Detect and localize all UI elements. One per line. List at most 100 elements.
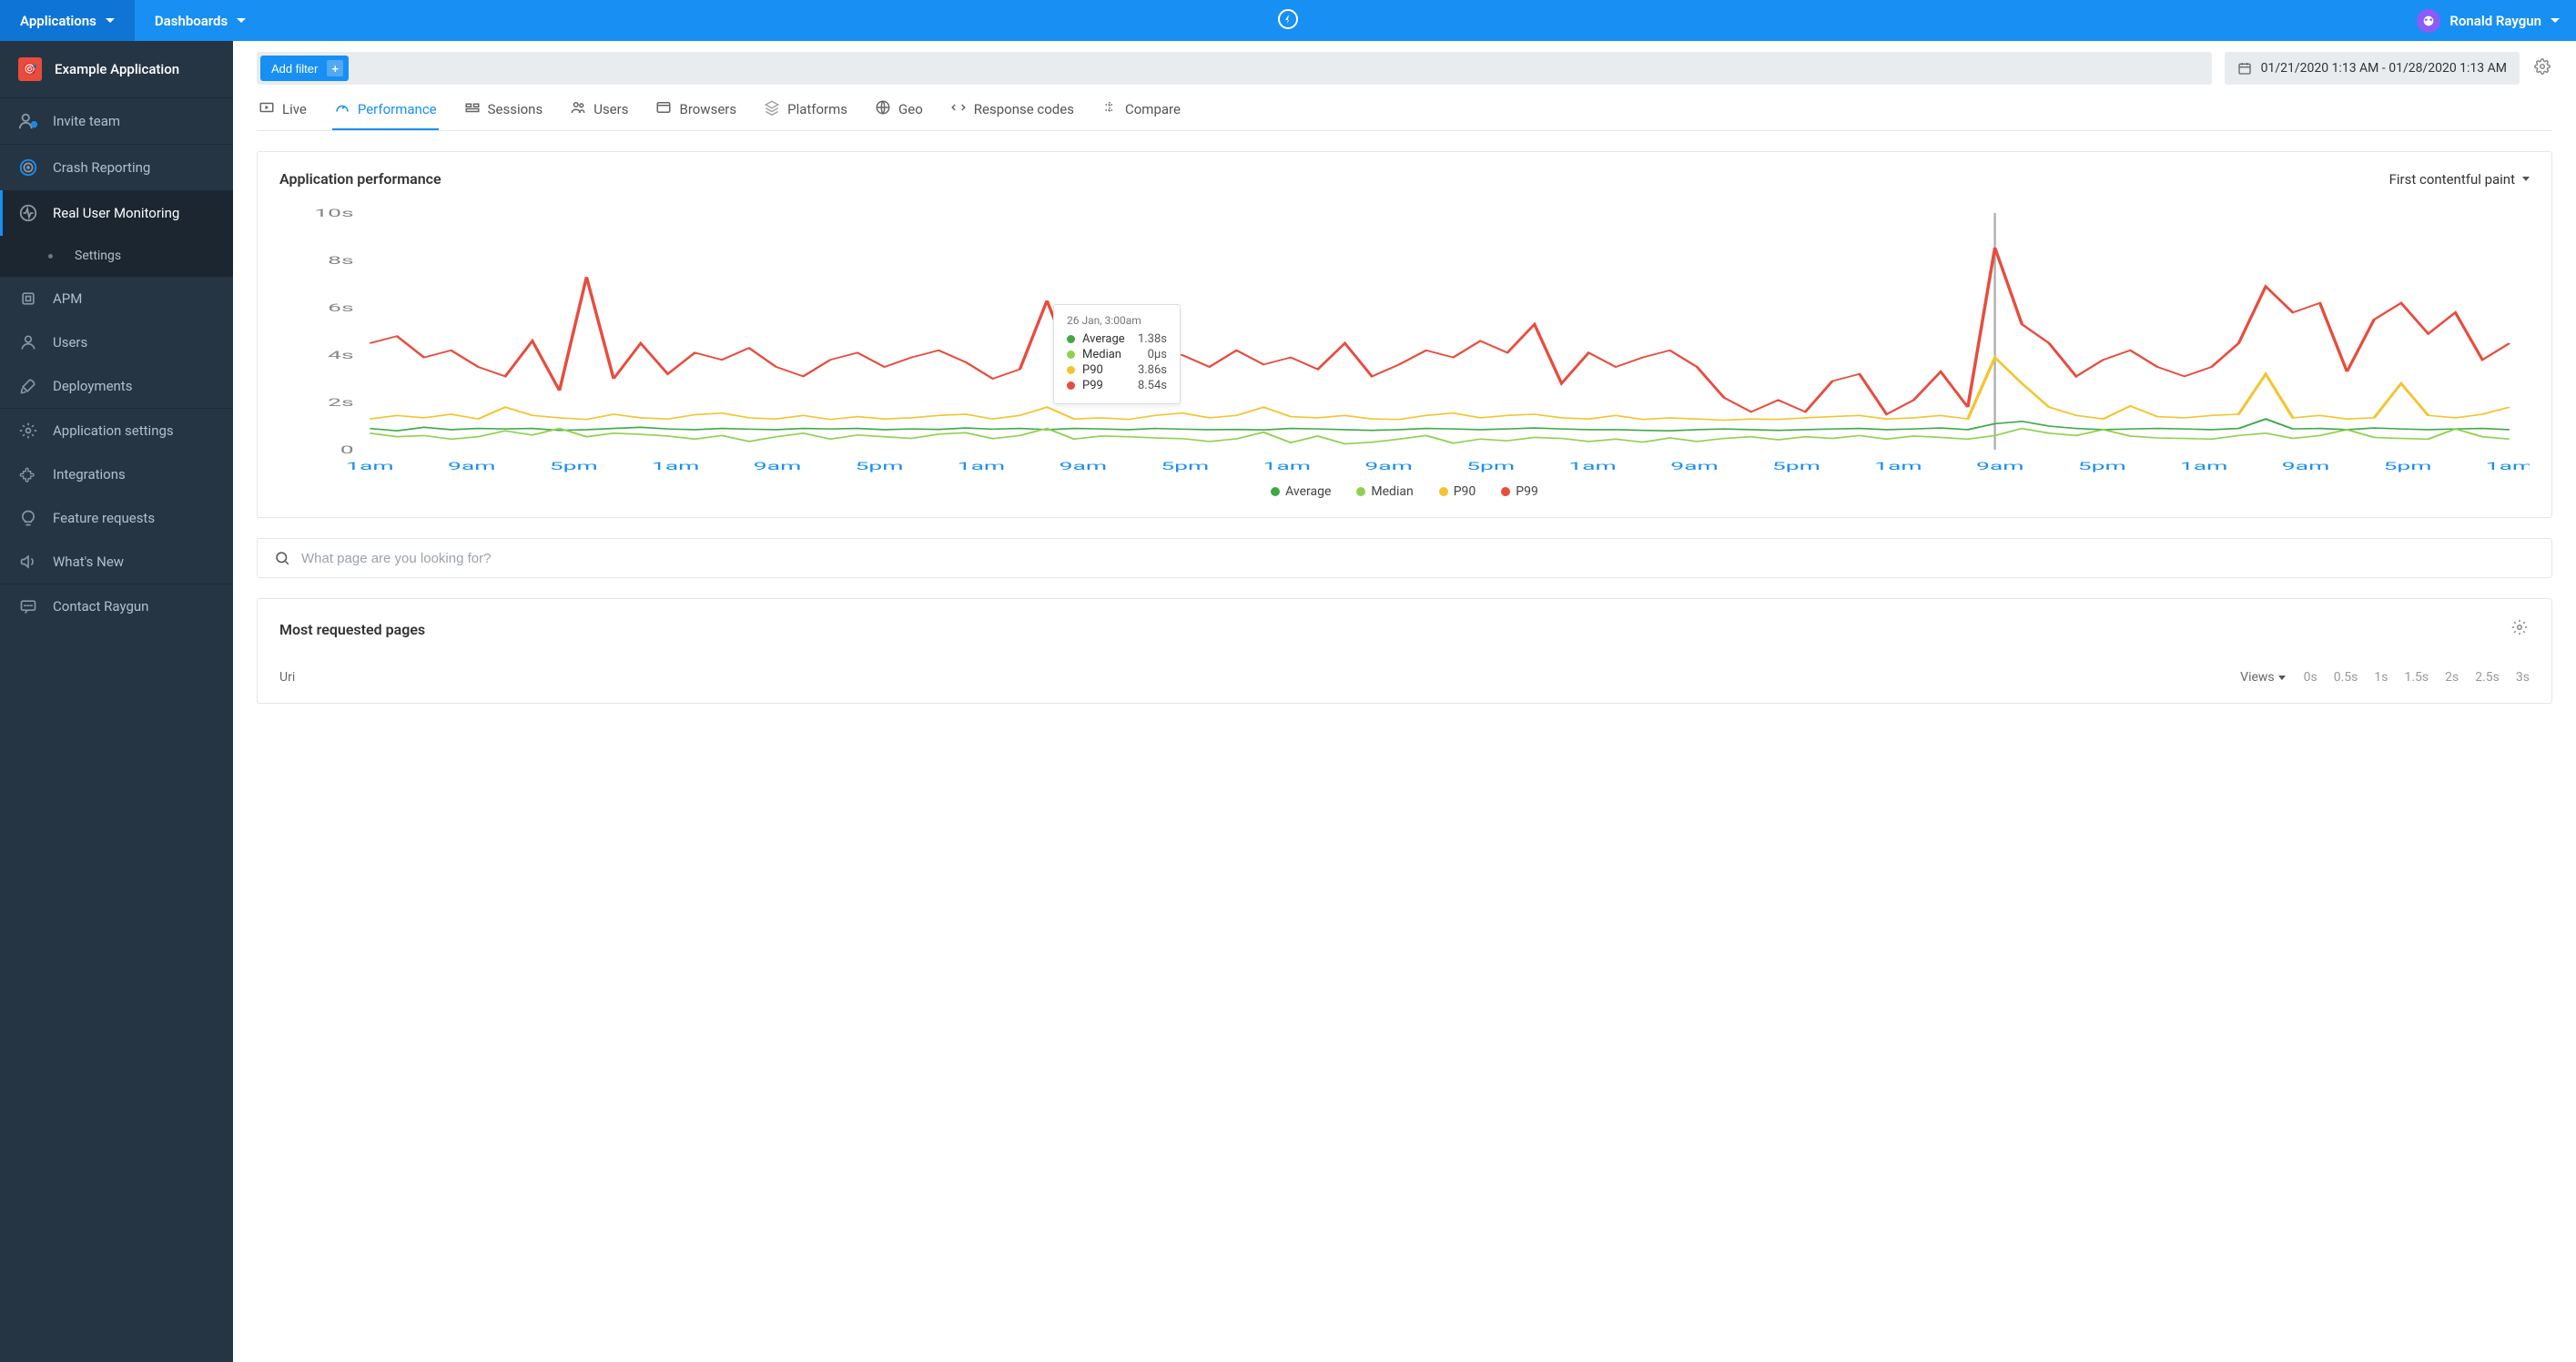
search-icon: [274, 550, 290, 566]
tab-label: Browsers: [679, 101, 736, 117]
bolt-icon: [1277, 8, 1299, 34]
tab-sessions[interactable]: Sessions: [462, 90, 545, 130]
sessions-icon: [464, 99, 481, 119]
calendar-icon: [2237, 61, 2252, 76]
geo-icon: [875, 99, 891, 119]
sidebar: 🎯 Example Application Invite team Crash R…: [0, 41, 233, 1362]
chevron-down-icon: [2278, 676, 2286, 680]
tooltip-time: 26 Jan, 3:00am: [1067, 314, 1167, 327]
legend-swatch: [1067, 381, 1075, 390]
sidebar-app-header[interactable]: 🎯 Example Application: [0, 41, 233, 98]
tab-label: Response codes: [974, 101, 1074, 117]
app-name: Example Application: [55, 61, 179, 77]
legend-swatch: [1356, 487, 1365, 496]
date-range-picker[interactable]: 01/21/2020 1:13 AM - 01/28/2020 1:13 AM: [2225, 52, 2520, 85]
sidebar-item-label: Integrations: [53, 466, 126, 483]
performance-panel: Application performance First contentful…: [257, 151, 2552, 518]
sidebar-item-label: Invite team: [53, 113, 120, 129]
date-range-label: 01/21/2020 1:13 AM - 01/28/2020 1:13 AM: [2261, 61, 2507, 76]
tick-label: 2.5s: [2475, 670, 2500, 685]
chevron-down-icon: [2522, 177, 2530, 181]
compare-icon: [1101, 99, 1118, 119]
sidebar-item-application-settings[interactable]: Application settings: [0, 409, 233, 452]
sidebar-item-real-user-monitoring[interactable]: Real User Monitoring: [0, 190, 233, 236]
tab-label: Performance: [358, 101, 437, 117]
tick-label: 0s: [2304, 670, 2317, 685]
sidebar-item-apm[interactable]: APM: [0, 277, 233, 320]
sidebar-item-users[interactable]: Users: [0, 320, 233, 364]
legend-item-p99[interactable]: P99: [1501, 484, 1538, 499]
megaphone-icon: [18, 553, 38, 571]
tab-platforms[interactable]: Platforms: [762, 90, 849, 130]
sidebar-item-label: What's New: [53, 554, 124, 570]
tick-label: 1s: [2374, 670, 2388, 685]
sidebar-item-label: Real User Monitoring: [53, 205, 179, 221]
chart-tooltip: 26 Jan, 3:00am Average1.38sMedian0µsP903…: [1053, 304, 1181, 404]
chevron-down-icon: [237, 18, 246, 23]
pulse-icon: [18, 203, 38, 223]
svg-text:1am: 1am: [958, 460, 1005, 473]
tab-browsers[interactable]: Browsers: [654, 90, 738, 130]
legend-item-average[interactable]: Average: [1271, 484, 1331, 499]
metric-dropdown[interactable]: First contentful paint: [2389, 171, 2530, 188]
tab-compare[interactable]: Compare: [1100, 90, 1182, 130]
svg-text:1am: 1am: [1263, 460, 1310, 473]
tab-geo[interactable]: Geo: [873, 90, 925, 130]
settings-gear-button[interactable]: [2532, 56, 2552, 80]
svg-text:9am: 9am: [1364, 460, 1412, 473]
sidebar-item-label: Settings: [75, 249, 121, 263]
tab-live[interactable]: Live: [257, 90, 309, 130]
add-filter-button[interactable]: Add filter +: [260, 56, 349, 81]
tab-response-codes[interactable]: Response codes: [948, 90, 1076, 130]
topnav-dashboards[interactable]: Dashboards: [135, 0, 266, 41]
sidebar-item-feature-requests[interactable]: Feature requests: [0, 496, 233, 540]
tooltip-row: P998.54s: [1067, 379, 1167, 392]
sidebar-item-integrations[interactable]: Integrations: [0, 452, 233, 496]
sidebar-item-contact-raygun[interactable]: Contact Raygun: [0, 584, 233, 628]
target-icon: [18, 158, 38, 178]
panel-title: Application performance: [279, 170, 441, 188]
table-time-ticks: 0s0.5s1s1.5s2s2.5s3s: [2304, 670, 2530, 685]
col-uri[interactable]: Uri: [279, 670, 2222, 685]
tab-performance[interactable]: Performance: [332, 90, 439, 130]
page-search[interactable]: [257, 538, 2552, 578]
legend-item-median[interactable]: Median: [1356, 484, 1413, 499]
legend-swatch: [1067, 335, 1075, 343]
sidebar-item-crash-reporting[interactable]: Crash Reporting: [0, 145, 233, 190]
svg-text:5pm: 5pm: [550, 460, 598, 473]
topnav-dashboards-label: Dashboards: [155, 13, 228, 29]
rocket-icon: [18, 377, 38, 395]
user-name: Ronald Raygun: [2449, 13, 2541, 29]
user-menu[interactable]: Ronald Raygun: [2400, 9, 2576, 33]
page-search-input[interactable]: [301, 551, 2535, 566]
sidebar-item-deployments[interactable]: Deployments: [0, 364, 233, 409]
chat-icon: [18, 597, 38, 615]
tab-label: Users: [593, 101, 628, 117]
requested-pages-panel: Most requested pages Uri Views 0s0.5s1s1…: [257, 598, 2552, 704]
tab-label: Live: [282, 101, 307, 117]
svg-text:5pm: 5pm: [1466, 460, 1515, 473]
svg-text:9am: 9am: [1976, 460, 2023, 473]
svg-text:1am: 1am: [1568, 460, 1616, 473]
table-settings-button[interactable]: [2510, 617, 2530, 641]
svg-text:9am: 9am: [1060, 460, 1107, 473]
sidebar-item-label: Application settings: [53, 422, 174, 439]
plus-icon: +: [327, 60, 343, 76]
tab-label: Sessions: [488, 101, 543, 117]
sidebar-item-what-s-new[interactable]: What's New: [0, 540, 233, 584]
tick-label: 0.5s: [2334, 670, 2358, 685]
sidebar-item-settings[interactable]: Settings: [0, 236, 233, 277]
topnav-applications[interactable]: Applications: [0, 0, 135, 41]
tick-label: 2s: [2445, 670, 2459, 685]
legend-item-p90[interactable]: P90: [1439, 484, 1476, 499]
svg-text:9am: 9am: [754, 460, 801, 473]
sidebar-item-label: Users: [53, 334, 87, 351]
performance-chart[interactable]: 02s4s6s8s10s1am9am5pm1am9am5pm1am9am5pm1…: [279, 204, 2530, 477]
filter-bar: Add filter + 01/21/2020 1:13 AM - 01/28/…: [257, 52, 2552, 85]
sidebar-item-invite-team[interactable]: Invite team: [0, 98, 233, 145]
topnav-applications-label: Applications: [20, 13, 96, 29]
tab-users[interactable]: Users: [568, 90, 630, 130]
svg-text:0: 0: [340, 443, 354, 456]
table-header-row: Uri Views 0s0.5s1s1.5s2s2.5s3s: [279, 657, 2530, 685]
col-views[interactable]: Views: [2240, 670, 2286, 685]
